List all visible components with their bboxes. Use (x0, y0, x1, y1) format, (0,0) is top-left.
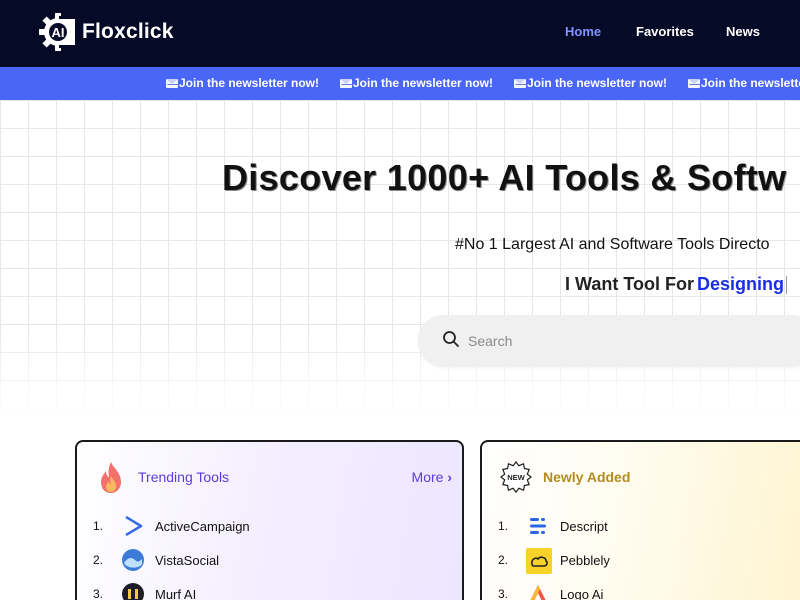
item-name: Logo Ai (560, 586, 604, 600)
logo-gear-icon: AI (38, 12, 78, 52)
ticker-item[interactable]: Join the newsletter now! (166, 76, 319, 90)
item-number: 2. (498, 553, 509, 567)
logoai-icon (526, 582, 550, 600)
new-badge-icon: NEW (500, 460, 532, 494)
pebblely-icon (526, 548, 552, 574)
logo-text: Floxclick (82, 20, 174, 43)
nav-home-link[interactable]: Home (565, 24, 601, 39)
envelope-icon (166, 78, 178, 88)
search-icon (443, 331, 459, 347)
ticker-item[interactable]: Join the newsletter now! (688, 76, 800, 90)
top-header: AI Floxclick Home Favorites News (0, 0, 800, 67)
more-label: More (411, 469, 444, 485)
item-name: Pebblely (560, 552, 610, 568)
ticker-item[interactable]: Join the newsletter now! (340, 76, 493, 90)
nav-favorites-link[interactable]: Favorites (636, 24, 694, 39)
logo-badge-text: AI (52, 25, 65, 40)
list-item[interactable]: 1. Descript (498, 514, 608, 538)
ticker-item[interactable]: Join the newsletter now! (514, 76, 667, 90)
want-keyword: Designing (696, 274, 784, 294)
trending-title: Trending Tools (138, 469, 230, 485)
item-number: 3. (93, 587, 104, 600)
fire-icon (101, 462, 121, 493)
more-link[interactable]: More › (412, 469, 452, 485)
item-number: 3. (498, 587, 509, 600)
list-item[interactable]: 1. ActiveCampaign (93, 514, 250, 538)
item-name: VistaSocial (155, 552, 220, 568)
newly-added-card: NEW Newly Added 1. Descript 2. Pebblely … (480, 440, 800, 600)
descript-icon (526, 514, 550, 538)
ticker-text: Join the newsletter now! (179, 76, 320, 90)
activecampaign-icon (121, 514, 145, 538)
hero-section: Discover 1000+ AI Tools & Softw #No 1 La… (0, 100, 800, 418)
ticker-text: Join the newsletter now! (353, 76, 494, 90)
typing-cursor (786, 276, 787, 295)
hero-typewriter: I Want Tool For Designing (565, 274, 787, 295)
item-name: Murf AI (155, 586, 197, 600)
item-number: 1. (93, 519, 104, 533)
hero-subtitle: #No 1 Largest AI and Software Tools Dire… (455, 236, 770, 253)
search-bar[interactable] (418, 315, 800, 367)
list-item[interactable]: 2. VistaSocial (93, 548, 219, 572)
item-name: Descript (560, 518, 608, 534)
chevron-right-icon: › (447, 469, 452, 485)
ticker-text: Join the newsletter now! (701, 76, 800, 90)
list-item[interactable]: 2. Pebblely (498, 548, 610, 574)
murf-icon (121, 582, 145, 600)
trending-tools-card: Trending Tools More › 1. ActiveCampaign … (75, 440, 464, 600)
newsletter-ticker: Join the newsletter now! Join the newsle… (0, 67, 800, 100)
ticker-text: Join the newsletter now! (527, 76, 668, 90)
search-input[interactable] (468, 328, 768, 354)
nav-news-link[interactable]: News (726, 24, 760, 39)
item-name: ActiveCampaign (155, 518, 250, 534)
vistasocial-icon (121, 548, 145, 572)
want-prefix: I Want Tool For (565, 274, 694, 294)
envelope-icon (688, 78, 700, 88)
envelope-icon (340, 78, 352, 88)
envelope-icon (514, 78, 526, 88)
item-number: 2. (93, 553, 104, 567)
newly-added-title: Newly Added (543, 469, 631, 485)
logo[interactable]: AI Floxclick (38, 12, 174, 52)
list-item[interactable]: 3. Murf AI (93, 582, 196, 600)
list-item[interactable]: 3. Logo Ai (498, 582, 603, 600)
item-number: 1. (498, 519, 509, 533)
new-badge-text: NEW (507, 473, 525, 482)
hero-title: Discover 1000+ AI Tools & Softw (222, 157, 787, 198)
